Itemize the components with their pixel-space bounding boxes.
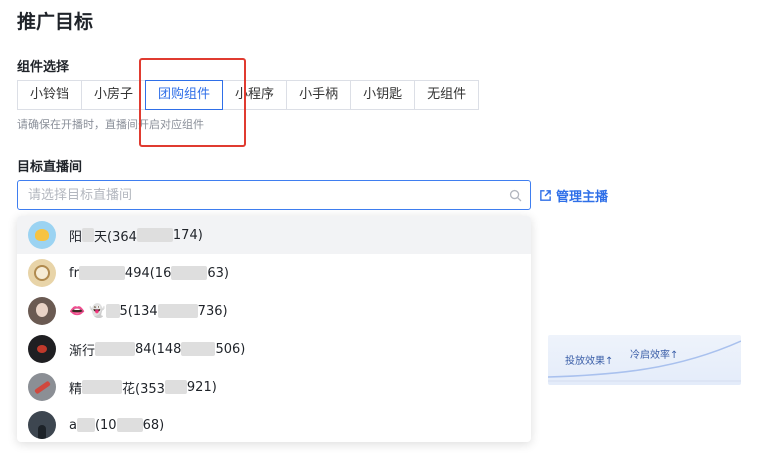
highlight-box bbox=[139, 58, 246, 147]
manage-anchor-link[interactable]: 管理主播 bbox=[539, 186, 608, 205]
avatar bbox=[28, 335, 56, 363]
room-option[interactable]: 渐行 84(148 506) bbox=[17, 330, 531, 368]
component-option-none[interactable]: 无组件 bbox=[414, 80, 480, 110]
component-option-key[interactable]: 小钥匙 bbox=[350, 80, 416, 110]
room-option[interactable]: 精 花(353 921) bbox=[17, 368, 531, 406]
component-section-label: 组件选择 bbox=[17, 60, 70, 75]
avatar bbox=[28, 221, 56, 249]
room-option[interactable]: fr 494(16 63) bbox=[17, 254, 531, 292]
search-icon bbox=[509, 189, 522, 202]
effect-preview-card: 投放效果↑ 冷启效率↑ bbox=[548, 335, 741, 385]
effect-tag-delivery: 投放效果↑ bbox=[565, 356, 614, 367]
avatar bbox=[28, 373, 56, 401]
external-link-icon bbox=[540, 190, 551, 201]
manage-anchor-label: 管理主播 bbox=[556, 190, 609, 205]
room-option[interactable]: 👄 👻 5(134 736) bbox=[17, 292, 531, 330]
page-title: 推广目标 bbox=[17, 11, 94, 33]
room-option[interactable]: 阳 天(364 174) bbox=[17, 216, 531, 254]
avatar bbox=[28, 259, 56, 287]
room-section-label: 目标直播间 bbox=[17, 160, 83, 175]
room-dropdown: 阳 天(364 174) fr 494(16 63) 👄 👻 5(134 736… bbox=[17, 216, 531, 442]
room-search-input[interactable] bbox=[18, 181, 498, 209]
avatar bbox=[28, 297, 56, 325]
component-option-gamepad[interactable]: 小手柄 bbox=[286, 80, 352, 110]
avatar bbox=[28, 411, 56, 439]
component-option-bell[interactable]: 小铃铛 bbox=[17, 80, 83, 110]
room-option[interactable]: a (10 68) bbox=[17, 406, 531, 442]
component-selector: 小铃铛 小房子 团购组件 小程序 小手柄 小钥匙 无组件 bbox=[17, 80, 480, 110]
effect-tag-cold-start: 冷启效率↑ bbox=[630, 350, 679, 361]
room-search bbox=[17, 180, 531, 210]
component-option-house[interactable]: 小房子 bbox=[81, 80, 147, 110]
